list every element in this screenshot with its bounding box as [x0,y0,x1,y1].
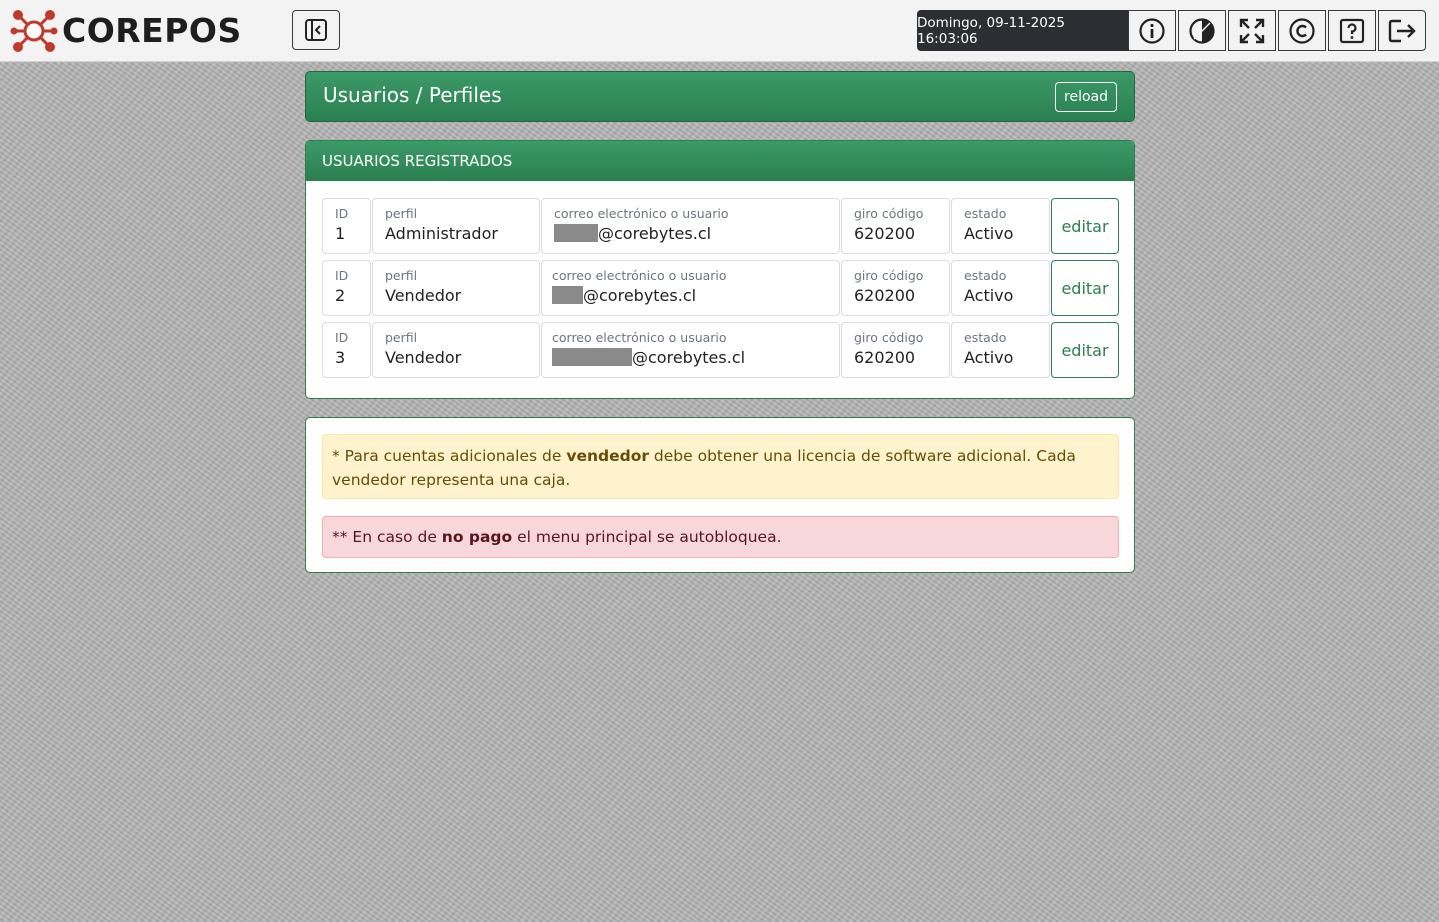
cell-label: correo electrónico o usuario [552,268,727,283]
edit-user-button[interactable]: editar [1051,322,1119,378]
copyright-icon [1289,17,1315,44]
cell-label: ID [335,330,349,345]
cell-label: perfil [385,206,418,221]
table-row: ID 3 perfil Vendedor correo electrónico o us… [322,322,1119,380]
fullscreen-icon [1239,18,1265,43]
vendor-license-warning: * Para cuentas adicionales de vendedor d… [322,434,1119,499]
redacted-username [554,224,598,242]
edit-user-button[interactable]: editar [1051,198,1119,254]
email-domain: @corebytes.cl [583,286,697,305]
reload-button[interactable]: reload [1055,82,1117,112]
cell-perfil: perfil Vendedor [372,322,540,378]
cell-perfil: perfil Vendedor [372,260,540,316]
page-title: Usuarios / Perfiles [323,83,502,107]
cell-value: 620200 [854,348,916,367]
email-domain: @corebytes.cl [598,224,712,243]
cell-label: giro código [854,268,924,283]
users-card-heading: USUARIOS REGISTRADOS [306,141,1134,181]
cell-email: correo electrónico o usuario @corebytes.c… [541,260,840,316]
cell-id: ID 1 [322,198,371,254]
copyright-button[interactable] [1278,10,1326,51]
cell-estado: estado Activo [951,198,1050,254]
cell-label: ID [335,268,349,283]
notes-card: * Para cuentas adicionales de vendedor d… [305,417,1135,573]
cell-giro: giro código 620200 [841,198,950,254]
cell-value: Vendedor [385,348,462,367]
cell-giro: giro código 620200 [841,260,950,316]
cell-value: 3 [335,348,346,367]
cell-giro: giro código 620200 [841,322,950,378]
redacted-username [552,286,583,304]
cell-label: estado [964,206,1007,221]
page-title-card: Usuarios / Perfiles reload [305,71,1135,122]
edit-user-button[interactable]: editar [1051,260,1119,316]
cell-estado: estado Activo [951,322,1050,378]
cell-label: perfil [385,330,418,345]
cell-label: giro código [854,330,924,345]
cell-value: 620200 [854,224,916,243]
cell-value: Activo [964,224,1014,243]
cell-value: 2 [335,286,346,305]
cell-value: @corebytes.cl [554,223,827,245]
cell-label: perfil [385,268,418,283]
sidebar-toggle-button[interactable] [292,10,340,50]
cell-id: ID 3 [322,322,371,378]
cell-email: correo electrónico o usuario @corebytes.c… [541,322,840,378]
cell-email: correo electrónico o usuario @corebytes.c… [541,198,840,254]
table-row: ID 2 perfil Vendedor correo electrónico o us… [322,260,1119,318]
help-icon [1339,18,1365,43]
info-icon [1139,17,1165,44]
cell-estado: estado Activo [951,260,1050,316]
logout-button[interactable] [1378,10,1426,51]
theme-toggle-button[interactable] [1178,10,1226,51]
cell-value: Administrador [385,224,498,243]
cell-value: 620200 [854,286,916,305]
cell-value: Activo [964,286,1014,305]
cell-label: giro código [854,206,924,221]
redacted-username [552,348,632,366]
molecule-logo-icon [10,10,58,52]
table-row: ID 1 perfil Administrador correo electrónico… [322,198,1119,256]
non-payment-alert: ** En caso de no pago el menu principal … [322,516,1119,558]
top-bar: COREPOS Domingo, 09-11-2025 16:03:06 [0,0,1439,62]
users-card: USUARIOS REGISTRADOS ID 1 perfil Administra… [305,140,1135,399]
cell-value: @corebytes.cl [552,347,827,369]
cell-label: estado [964,268,1007,283]
help-button[interactable] [1328,10,1376,51]
cell-label: correo electrónico o usuario [554,206,729,221]
logout-icon [1388,19,1416,42]
cell-id: ID 2 [322,260,371,316]
brand-name: COREPOS [62,11,242,50]
cell-value: Activo [964,348,1014,367]
datetime-display: Domingo, 09-11-2025 16:03:06 [917,10,1128,51]
info-button[interactable] [1128,10,1176,51]
cell-value: 1 [335,224,346,243]
cell-label: estado [964,330,1007,345]
theme-contrast-icon [1189,17,1215,44]
cell-label: correo electrónico o usuario [552,330,727,345]
sidebar-toggle-icon [305,19,327,41]
cell-value: @corebytes.cl [552,285,827,307]
email-domain: @corebytes.cl [632,348,746,367]
logo[interactable]: COREPOS [10,8,242,54]
fullscreen-button[interactable] [1228,10,1276,51]
cell-value: Vendedor [385,286,462,305]
cell-label: ID [335,206,349,221]
cell-perfil: perfil Administrador [372,198,540,254]
